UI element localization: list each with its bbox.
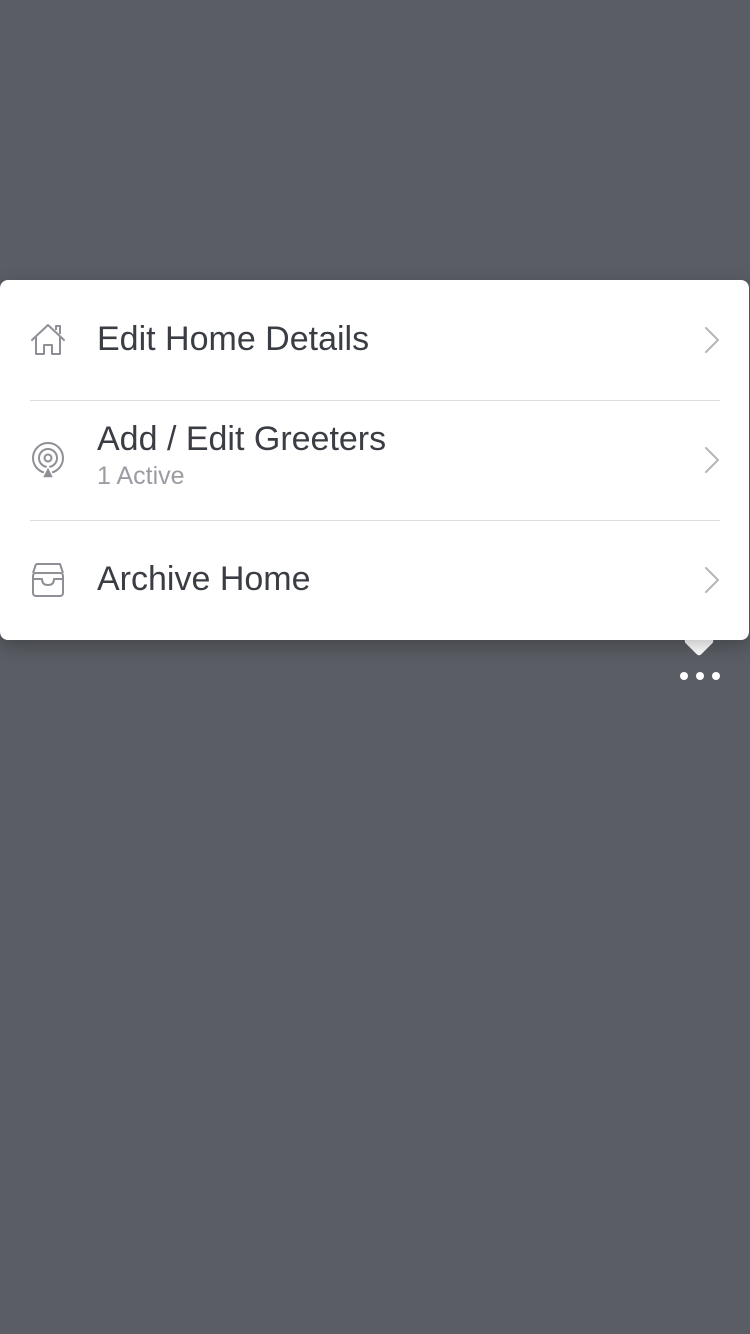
menu-item-label: Add / Edit Greeters (97, 420, 387, 458)
more-dots-icon (680, 672, 688, 680)
greeter-beacon-icon (32, 442, 64, 479)
menu-item-archive-home[interactable]: Archive Home (0, 520, 749, 640)
options-popover-menu: Edit Home Details Add / Edit Greeters 1 … (0, 280, 749, 640)
greeters-active-count: 1 Active (97, 462, 185, 490)
menu-item-label: Edit Home Details (97, 320, 370, 358)
chevron-right-icon (705, 327, 719, 353)
more-dots-icon (696, 672, 704, 680)
home-icon (31, 324, 65, 355)
archive-box-icon (32, 563, 64, 597)
chevron-right-icon (705, 447, 719, 473)
more-options-button[interactable] (674, 662, 726, 690)
menu-item-edit-home-details[interactable]: Edit Home Details (0, 280, 749, 400)
menu-item-label: Archive Home (97, 560, 311, 598)
more-dots-icon (712, 672, 720, 680)
chevron-right-icon (705, 567, 719, 593)
menu-item-add-edit-greeters[interactable]: Add / Edit Greeters 1 Active (0, 400, 749, 520)
